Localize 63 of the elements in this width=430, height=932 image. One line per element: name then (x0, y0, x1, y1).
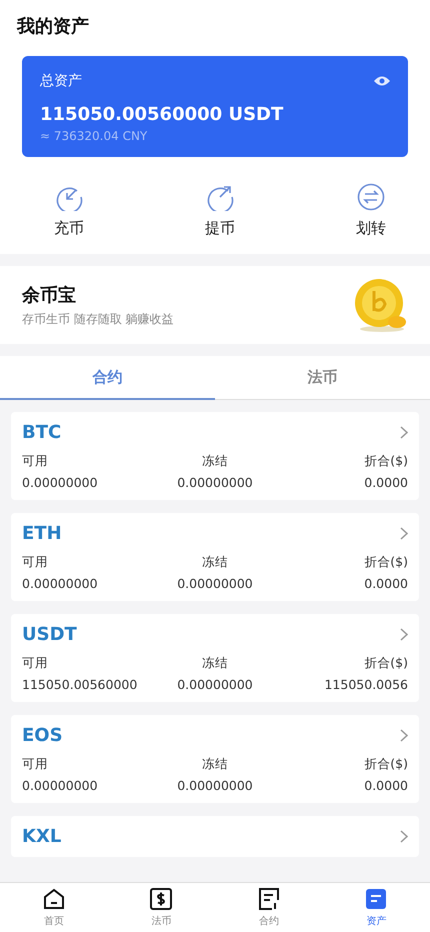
balance-value: 0.0000 (364, 475, 408, 490)
balance-value: 0.00000000 (22, 576, 99, 591)
coin-name: ETH (22, 523, 62, 544)
home-icon (42, 888, 65, 910)
balance-value: 115050.0056 (324, 677, 408, 692)
column-label: 折合($) (364, 554, 408, 571)
chevron-icon (400, 830, 408, 843)
coin-card[interactable]: BTC 可用 冻结 折合($) 0.00000000 0.00000000 0.0000 (11, 412, 419, 500)
coin-name: EOS (22, 725, 63, 746)
action-button[interactable]: 划转 (356, 183, 386, 238)
balance-value: 0.00000000 (177, 475, 253, 490)
banner-title: 余币宝 (22, 284, 76, 306)
nav-item[interactable]: 合约 (215, 883, 322, 932)
coin-card[interactable]: EOS 可用 冻结 折合($) 0.00000000 0.00000000 0.0000 (11, 715, 419, 803)
total-amount: 115050.00560000 USDT (40, 104, 284, 125)
balance-value: 0.00000000 (22, 475, 99, 490)
balance-value: 0.00000000 (177, 576, 253, 591)
column-label: 冻结 (202, 453, 228, 470)
coin-card[interactable]: USDT 可用 冻结 折合($) 115050.00560000 0.00000000 115050.0056 (11, 614, 419, 702)
balance-value: 0.0000 (364, 576, 408, 591)
column-label: 折合($) (364, 756, 408, 773)
coin-card[interactable]: KXL (11, 816, 419, 857)
chevron-icon (400, 628, 408, 641)
balance-value: 0.00000000 (177, 778, 253, 793)
column-label: 可用 (22, 756, 49, 773)
tab[interactable]: 合约 (0, 356, 215, 400)
balance-value: 115050.00560000 (22, 677, 138, 692)
wallet-icon (365, 888, 388, 910)
coin-card[interactable]: ETH 可用 冻结 折合($) 0.00000000 0.00000000 0.0000 (11, 513, 419, 601)
column-label: 可用 (22, 655, 49, 672)
column-label: 折合($) (364, 453, 408, 470)
coin-icon (352, 277, 408, 333)
coin-name: KXL (22, 826, 62, 847)
chevron-icon (400, 729, 408, 742)
dollar-icon (150, 888, 172, 910)
tab[interactable]: 法币 (215, 356, 430, 400)
transfer-icon (357, 183, 385, 211)
balance-value: 0.00000000 (177, 677, 253, 692)
document-icon (258, 888, 280, 910)
action-button[interactable]: 提币 (205, 183, 235, 238)
column-label: 折合($) (364, 655, 408, 672)
coin-name: BTC (22, 422, 62, 443)
chevron-icon (400, 527, 408, 540)
total-assets-label: 总资产 (40, 72, 82, 90)
coin-name: USDT (22, 624, 77, 645)
column-label: 冻结 (202, 554, 228, 571)
chevron-icon (400, 426, 408, 439)
balance-value: 0.00000000 (22, 778, 99, 793)
page-title: 我的资产 (17, 15, 89, 38)
column-label: 冻结 (202, 655, 228, 672)
banner-subtitle: 存币生币 随存随取 躺赚收益 (22, 310, 174, 328)
balance-value: 0.0000 (364, 778, 408, 793)
cny-equivalent: ≈ 736320.04 CNY (40, 129, 148, 143)
withdraw-icon (206, 183, 234, 211)
action-button[interactable]: 充币 (54, 183, 84, 238)
column-label: 可用 (22, 453, 49, 470)
column-label: 冻结 (202, 756, 228, 773)
nav-item[interactable]: 首页 (0, 883, 108, 932)
nav-item[interactable]: 资产 (322, 883, 430, 932)
nav-item[interactable]: 法币 (108, 883, 215, 932)
savings-banner[interactable]: 余币宝 存币生币 随存随取 躺赚收益 (0, 266, 430, 344)
column-label: 可用 (22, 554, 49, 571)
eye-icon[interactable] (374, 75, 390, 87)
